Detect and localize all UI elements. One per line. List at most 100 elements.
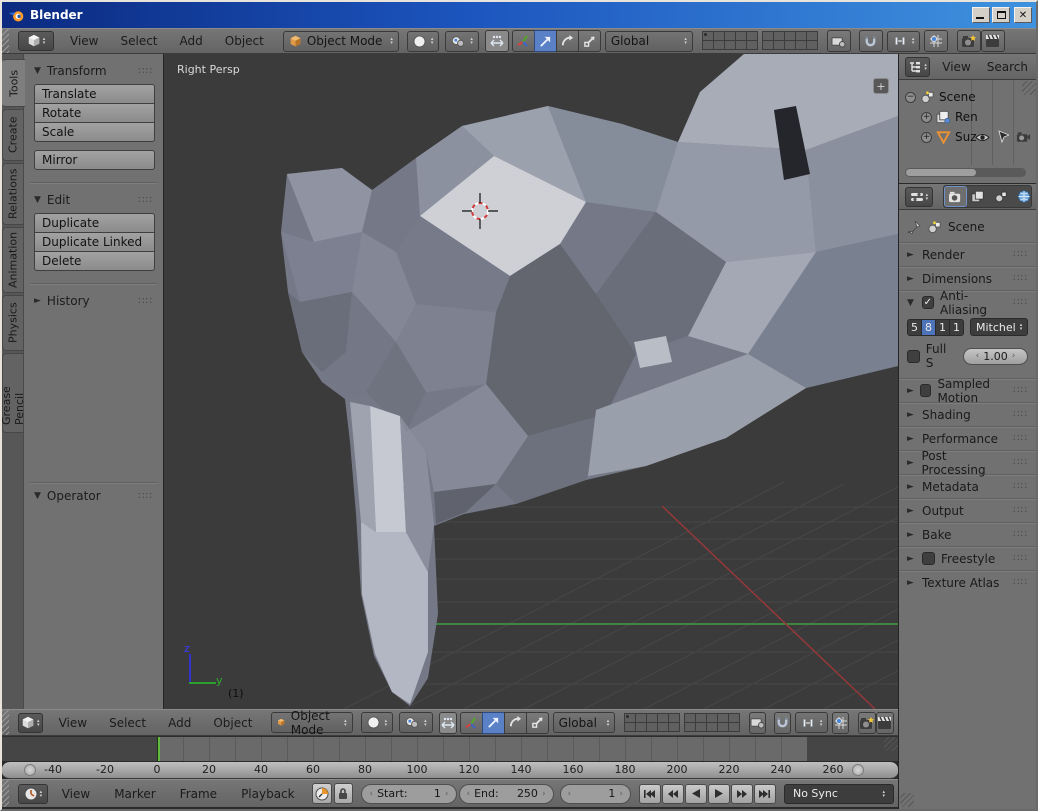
tab-animation[interactable]: Animation [2,227,23,293]
panel-grip[interactable]: ∷∷ [1013,481,1028,492]
panel-header-transform[interactable]: ▼ Transform ∷∷ [32,60,155,84]
panel-grip[interactable]: ∷∷ [1013,409,1028,420]
tab-render-layers[interactable] [968,187,989,206]
shading-dropdown[interactable]: ▴▾ [407,31,440,52]
scale-manipulator[interactable] [578,30,601,52]
snap-toggle[interactable] [859,30,883,52]
anti-aliasing-checkbox[interactable]: ✓ [922,296,934,309]
panel-header-post-processing[interactable]: ► Post Processing ∷∷ [899,450,1036,474]
layers-widget[interactable] [625,714,740,732]
tab-tools[interactable]: Tools [2,59,25,107]
panel-header-output[interactable]: ► Output ∷∷ [899,498,1036,522]
panel-grip[interactable]: ∷∷ [1013,577,1028,588]
panel-grip[interactable]: ∷∷ [1013,297,1028,308]
menu-search[interactable]: Search [987,60,1028,74]
editor-type-button[interactable]: ▴▾ [18,784,48,804]
mode-dropdown[interactable]: Object Mode ▴▾ [283,31,399,52]
panel-header-render[interactable]: ► Render ∷∷ [899,242,1036,266]
collapse-icon[interactable]: − [905,92,916,103]
menu-select[interactable]: Select [109,716,146,730]
menu-object[interactable]: Object [213,716,252,730]
layers-widget[interactable] [703,32,818,50]
tree-item-renderlayers[interactable]: + Ren [921,108,978,126]
region-resize-grip[interactable] [884,737,898,751]
duplicate-linked-button[interactable]: Duplicate Linked [34,232,155,252]
snap-toggle[interactable] [774,712,791,734]
scale-manipulator[interactable] [526,712,549,734]
translate-button[interactable]: Translate [34,84,155,104]
full-sample-checkbox[interactable] [907,350,920,363]
tab-render[interactable] [945,187,966,206]
selectable-cursor-icon[interactable] [997,130,1009,144]
jump-to-start-button[interactable] [639,784,661,804]
lock-frame-button[interactable] [334,783,354,804]
maximize-button[interactable] [992,7,1010,23]
sync-dropdown[interactable]: No Sync ▴▾ [784,784,894,804]
tab-relations[interactable]: Relations [2,163,23,225]
menu-object[interactable]: Object [225,34,264,48]
editor-type-button[interactable]: ▴▾ [18,31,54,51]
snap-element-dropdown[interactable]: ▴▾ [795,712,829,733]
panel-header-anti-aliasing[interactable]: ▼ ✓ Anti-Aliasing ∷∷ [899,290,1036,314]
menu-add[interactable]: Add [180,34,203,48]
translate-manipulator[interactable] [482,712,505,734]
panel-grip[interactable]: ∷∷ [138,195,153,206]
jump-to-end-button[interactable] [754,784,776,804]
panel-header-edit[interactable]: ▼ Edit ∷∷ [32,189,155,213]
render-animation-button[interactable] [876,712,894,734]
editor-type-button[interactable]: ▴▾ [905,187,933,207]
panel-header-freestyle[interactable]: ► Freestyle ∷∷ [899,546,1036,570]
mode-dropdown[interactable]: Object Mode ▴▾ [271,712,352,733]
menu-view[interactable]: View [70,34,98,48]
play-button[interactable] [708,784,730,804]
timeline-ruler[interactable]: -40 -20 0 20 40 60 80 100 120 140 160 18… [2,762,898,779]
render-button[interactable] [957,30,981,52]
panel-header-operator[interactable]: ▼ Operator ∷∷ [32,485,155,509]
aa-samples-8[interactable]: 8 [921,319,936,336]
minimize-button[interactable] [972,7,990,23]
end-frame-field[interactable]: ‹ End: 250 › [459,784,554,804]
time-cursor-button[interactable] [312,783,332,804]
mirror-button[interactable]: Mirror [34,150,155,170]
scrollbar-thumb[interactable] [906,169,976,176]
menu-select[interactable]: Select [120,34,157,48]
tree-item-suzanne[interactable]: + Suz [921,128,977,146]
outliner-scrollbar[interactable] [905,168,1026,177]
menu-view[interactable]: View [62,787,90,801]
timeline-track[interactable] [2,736,898,762]
translate-manipulator[interactable] [534,30,557,52]
current-frame-field[interactable]: ‹ 1 › [560,784,631,804]
menu-view[interactable]: View [942,60,970,74]
manipulator-toggle[interactable] [460,712,483,734]
panel-grip[interactable]: ∷∷ [1013,249,1028,260]
panel-header-performance[interactable]: ► Performance ∷∷ [899,426,1036,450]
editor-type-button[interactable]: ▴▾ [18,713,43,733]
prev-keyframe-button[interactable] [662,784,684,804]
snap-target-button[interactable] [832,712,849,734]
orientation-dropdown[interactable]: Global ▴▾ [553,712,616,733]
aa-samples-5[interactable]: 5 [907,319,922,336]
panel-grip[interactable]: ∷∷ [1013,529,1028,540]
tab-physics[interactable]: Physics [2,295,23,351]
rotate-manipulator[interactable] [556,30,579,52]
panel-header-history[interactable]: ► History ∷∷ [32,290,155,314]
snap-element-dropdown[interactable]: ▴▾ [887,31,921,52]
orientation-dropdown[interactable]: Global ▴▾ [605,31,693,52]
lock-layers-button[interactable] [749,712,766,734]
menu-add[interactable]: Add [168,716,191,730]
panel-grip[interactable]: ∷∷ [1013,385,1028,396]
render-animation-button[interactable] [981,30,1005,52]
rotate-button[interactable]: Rotate [34,103,155,123]
next-keyframe-button[interactable] [731,784,753,804]
sampled-motion-checkbox[interactable] [920,384,931,397]
visibility-eye-icon[interactable] [975,132,990,143]
close-button[interactable]: ✕ [1014,7,1032,23]
panel-grip[interactable]: ∷∷ [1013,553,1028,564]
pivot-dropdown[interactable]: ▴▾ [445,31,479,52]
editor-type-button[interactable]: ▴▾ [905,57,930,77]
lock-layers-button[interactable] [827,30,851,52]
expand-icon[interactable]: + [921,132,932,143]
snap-target-button[interactable] [924,30,948,52]
pin-icon[interactable] [907,220,921,234]
center-points-toggle[interactable] [439,712,457,734]
